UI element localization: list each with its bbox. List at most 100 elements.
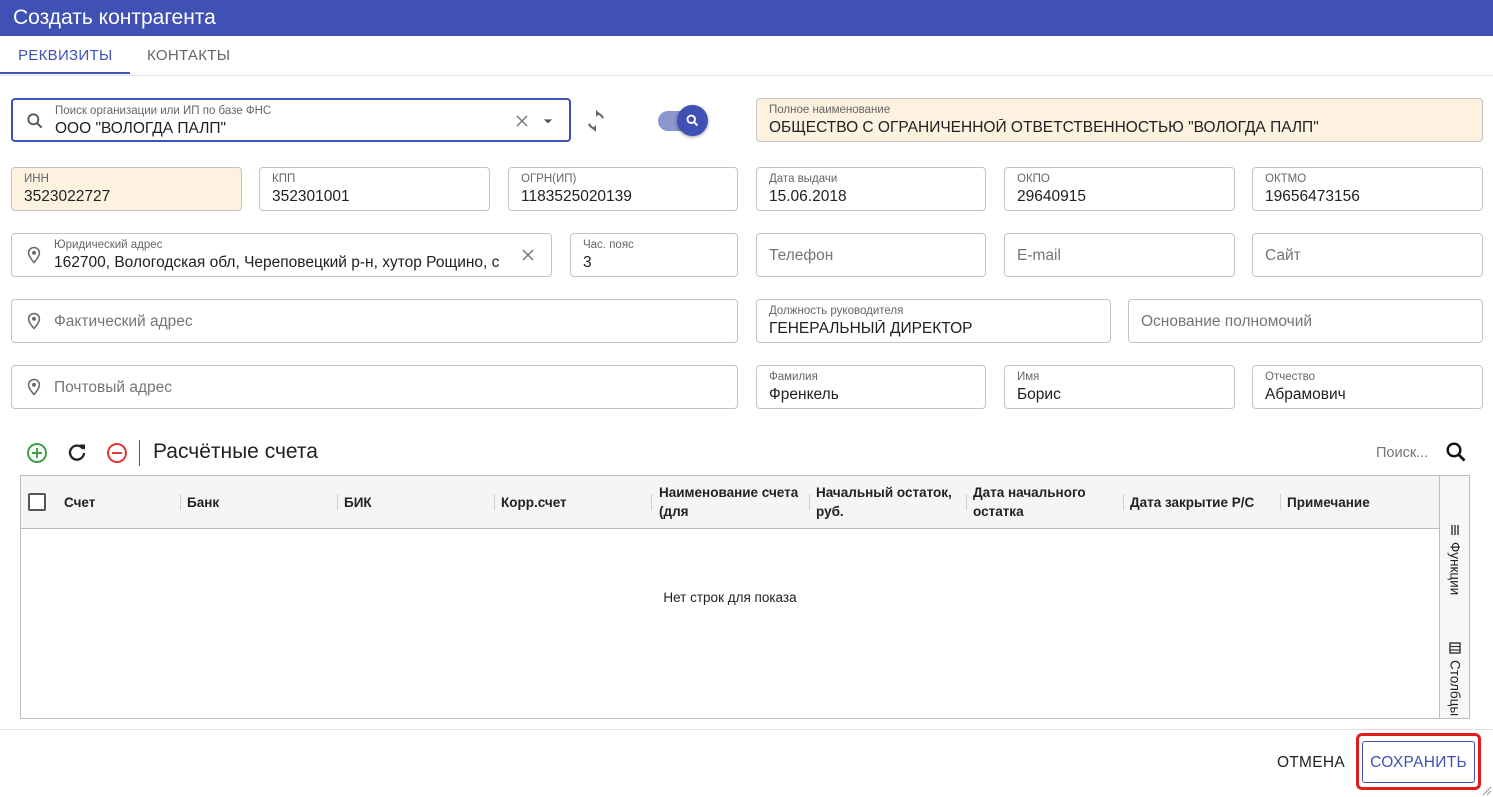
head-position-field[interactable]: Должность руководителя ГЕНЕРАЛЬНЫЙ ДИРЕК…	[756, 299, 1111, 343]
timezone-value[interactable]: 3	[583, 254, 592, 272]
resize-grip-icon[interactable]	[1480, 784, 1492, 796]
column-header-bik[interactable]: БИК	[344, 476, 484, 528]
column-header-opening-balance-date[interactable]: Дата начального остатка	[973, 476, 1103, 528]
column-separator[interactable]	[494, 494, 495, 510]
patronymic-field[interactable]: Отчество Абрамович	[1252, 365, 1483, 409]
tab-contacts[interactable]: КОНТАКТЫ	[147, 36, 230, 75]
column-separator[interactable]	[651, 494, 652, 510]
email-field[interactable]: E-mail	[1004, 233, 1235, 277]
column-separator[interactable]	[1123, 494, 1124, 510]
kpp-field[interactable]: КПП 352301001	[259, 167, 490, 211]
issue-date-field[interactable]: Дата выдачи 15.06.2018	[756, 167, 986, 211]
postal-address-field[interactable]: Почтовый адрес	[11, 365, 738, 409]
legal-address-label: Юридический адрес	[54, 239, 163, 251]
column-header-corr-account[interactable]: Корр.счет	[501, 476, 641, 528]
phone-field[interactable]: Телефон	[756, 233, 986, 277]
column-header-account[interactable]: Счет	[64, 476, 174, 528]
column-separator[interactable]	[337, 494, 338, 510]
ogrn-field[interactable]: ОГРН(ИП) 1183525020139	[508, 167, 738, 211]
select-all-checkbox[interactable]	[28, 493, 46, 511]
actual-address-field[interactable]: Фактический адрес	[11, 299, 738, 343]
oktmo-field[interactable]: ОКТМО 19656473156	[1252, 167, 1483, 211]
full-name-field[interactable]: Полное наименование ОБЩЕСТВО С ОГРАНИЧЕН…	[756, 98, 1483, 142]
location-pin-icon	[27, 246, 41, 264]
last-name-field[interactable]: Фамилия Френкель	[756, 365, 986, 409]
accounts-grid: Счет Банк БИК Корр.счет Наименование сче…	[20, 475, 1440, 719]
search-icon[interactable]	[1444, 440, 1468, 464]
column-header-close-date[interactable]: Дата закрытие Р/С	[1130, 476, 1278, 528]
timezone-label: Час. пояс	[583, 239, 634, 251]
fns-search-field[interactable]: Поиск организации или ИП по базе ФНС ООО…	[11, 98, 571, 142]
inn-value[interactable]: 3523022727	[24, 188, 110, 206]
last-name-value[interactable]: Френкель	[769, 386, 839, 404]
accounts-search-input[interactable]: Поиск...	[1376, 445, 1428, 461]
site-placeholder: Сайт	[1265, 247, 1301, 264]
column-separator[interactable]	[1280, 494, 1281, 510]
full-name-label: Полное наименование	[769, 104, 891, 116]
cancel-button[interactable]: ОТМЕНА	[1266, 746, 1356, 780]
menu-icon	[1451, 525, 1459, 535]
oktmo-value[interactable]: 19656473156	[1265, 188, 1360, 206]
first-name-value[interactable]: Борис	[1017, 386, 1061, 404]
grid-side-panel: Функции Столбцы	[1440, 475, 1470, 719]
location-pin-icon	[27, 312, 41, 330]
legal-address-field[interactable]: Юридический адрес 162700, Вологодская об…	[11, 233, 552, 277]
okpo-value[interactable]: 29640915	[1017, 188, 1086, 206]
search-icon	[27, 113, 43, 129]
toolbar-divider	[139, 440, 140, 466]
tab-bar: РЕКВИЗИТЫ КОНТАКТЫ	[0, 36, 1493, 76]
timezone-field[interactable]: Час. пояс 3	[570, 233, 738, 277]
authority-basis-field[interactable]: Основание полномочий	[1128, 299, 1483, 343]
remove-icon[interactable]	[105, 441, 129, 465]
phone-placeholder: Телефон	[769, 247, 834, 264]
functions-panel-button[interactable]: Функции	[1444, 524, 1466, 595]
columns-icon	[1449, 642, 1461, 654]
toggle-knob[interactable]	[677, 105, 708, 136]
kpp-label: КПП	[272, 173, 296, 185]
dropdown-arrow-icon[interactable]	[538, 111, 558, 131]
head-position-value[interactable]: ГЕНЕРАЛЬНЫЙ ДИРЕКТОР	[769, 320, 972, 338]
tab-requisites[interactable]: РЕКВИЗИТЫ	[18, 36, 113, 75]
refresh-icon[interactable]	[65, 441, 89, 465]
column-separator[interactable]	[966, 494, 967, 510]
kpp-value[interactable]: 352301001	[272, 188, 350, 206]
column-separator[interactable]	[809, 494, 810, 510]
head-position-label: Должность руководителя	[769, 305, 904, 317]
first-name-field[interactable]: Имя Борис	[1004, 365, 1235, 409]
patronymic-value[interactable]: Абрамович	[1265, 386, 1346, 404]
clear-icon[interactable]	[512, 111, 532, 131]
columns-panel-button[interactable]: Столбцы	[1444, 642, 1466, 716]
column-header-bank[interactable]: Банк	[187, 476, 327, 528]
okpo-field[interactable]: ОКПО 29640915	[1004, 167, 1235, 211]
search-icon	[686, 114, 699, 127]
actual-address-placeholder: Фактический адрес	[54, 313, 193, 330]
clear-icon[interactable]	[518, 245, 538, 265]
inn-label: ИНН	[24, 173, 49, 185]
active-tab-indicator	[0, 72, 130, 74]
save-button[interactable]: СОХРАНИТЬ	[1362, 741, 1475, 783]
column-separator[interactable]	[180, 494, 181, 510]
location-pin-icon	[27, 378, 41, 396]
full-name-value[interactable]: ОБЩЕСТВО С ОГРАНИЧЕННОЙ ОТВЕТСТВЕННОСТЬЮ…	[769, 119, 1319, 137]
site-field[interactable]: Сайт	[1252, 233, 1483, 277]
footer-divider	[0, 729, 1493, 730]
functions-panel-label: Функции	[1447, 542, 1463, 596]
legal-address-value[interactable]: 162700, Вологодская обл, Череповецкий р-…	[54, 254, 506, 272]
accounts-title: Расчётные счета	[153, 440, 318, 463]
fns-search-label: Поиск организации или ИП по базе ФНС	[55, 105, 272, 117]
oktmo-label: ОКТМО	[1265, 173, 1307, 185]
issue-date-label: Дата выдачи	[769, 173, 838, 185]
issue-date-value[interactable]: 15.06.2018	[769, 188, 847, 206]
empty-grid-message: Нет строк для показа	[663, 590, 797, 605]
column-header-opening-balance[interactable]: Начальный остаток, руб.	[816, 476, 966, 528]
last-name-label: Фамилия	[769, 371, 818, 383]
column-header-account-name[interactable]: Наименование счета (для	[659, 476, 804, 528]
sync-icon[interactable]	[583, 108, 609, 134]
column-header-note[interactable]: Примечание	[1287, 476, 1427, 528]
okpo-label: ОКПО	[1017, 173, 1050, 185]
ogrn-value[interactable]: 1183525020139	[521, 188, 632, 206]
add-icon[interactable]	[25, 441, 49, 465]
inn-field[interactable]: ИНН 3523022727	[11, 167, 242, 211]
fns-search-value[interactable]: ООО "ВОЛОГДА ПАЛП"	[55, 120, 495, 138]
ogrn-label: ОГРН(ИП)	[521, 173, 577, 185]
